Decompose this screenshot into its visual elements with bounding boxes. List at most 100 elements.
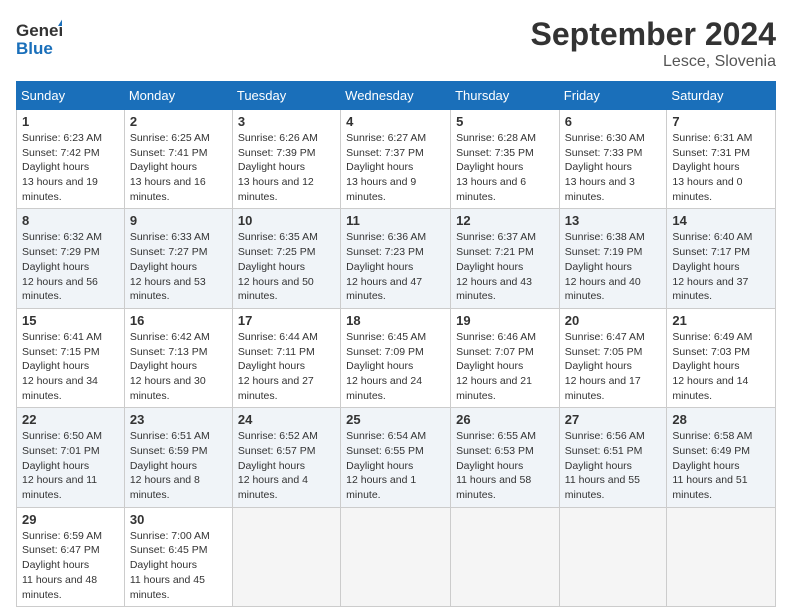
day-info: Sunrise: 6:46 AM Sunset: 7:07 PM Dayligh… xyxy=(456,330,554,403)
day-info: Sunrise: 6:45 AM Sunset: 7:09 PM Dayligh… xyxy=(346,330,445,403)
header-friday: Friday xyxy=(559,82,667,110)
day-number: 5 xyxy=(456,114,554,129)
calendar-cell: 12 Sunrise: 6:37 AM Sunset: 7:21 PM Dayl… xyxy=(451,209,560,308)
calendar-cell: 16 Sunrise: 6:42 AM Sunset: 7:13 PM Dayl… xyxy=(124,308,232,407)
day-number: 3 xyxy=(238,114,335,129)
day-number: 14 xyxy=(672,213,770,228)
day-number: 7 xyxy=(672,114,770,129)
day-number: 1 xyxy=(22,114,119,129)
calendar-cell: 23 Sunrise: 6:51 AM Sunset: 6:59 PM Dayl… xyxy=(124,408,232,507)
day-info: Sunrise: 6:31 AM Sunset: 7:31 PM Dayligh… xyxy=(672,131,770,204)
day-number: 23 xyxy=(130,412,227,427)
header-saturday: Saturday xyxy=(667,82,776,110)
day-info: Sunrise: 6:25 AM Sunset: 7:41 PM Dayligh… xyxy=(130,131,227,204)
day-info: Sunrise: 6:33 AM Sunset: 7:27 PM Dayligh… xyxy=(130,230,227,303)
calendar-row: 22 Sunrise: 6:50 AM Sunset: 7:01 PM Dayl… xyxy=(17,408,776,507)
day-number: 16 xyxy=(130,313,227,328)
calendar-row: 15 Sunrise: 6:41 AM Sunset: 7:15 PM Dayl… xyxy=(17,308,776,407)
calendar-cell: 28 Sunrise: 6:58 AM Sunset: 6:49 PM Dayl… xyxy=(667,408,776,507)
day-info: Sunrise: 6:47 AM Sunset: 7:05 PM Dayligh… xyxy=(565,330,662,403)
calendar-cell: 25 Sunrise: 6:54 AM Sunset: 6:55 PM Dayl… xyxy=(341,408,451,507)
day-info: Sunrise: 6:54 AM Sunset: 6:55 PM Dayligh… xyxy=(346,429,445,502)
day-info: Sunrise: 6:55 AM Sunset: 6:53 PM Dayligh… xyxy=(456,429,554,502)
calendar-cell: 22 Sunrise: 6:50 AM Sunset: 7:01 PM Dayl… xyxy=(17,408,125,507)
day-info: Sunrise: 6:37 AM Sunset: 7:21 PM Dayligh… xyxy=(456,230,554,303)
calendar-cell: 3 Sunrise: 6:26 AM Sunset: 7:39 PM Dayli… xyxy=(232,110,340,209)
calendar-cell: 9 Sunrise: 6:33 AM Sunset: 7:27 PM Dayli… xyxy=(124,209,232,308)
day-number: 25 xyxy=(346,412,445,427)
calendar-cell: 30 Sunrise: 7:00 AM Sunset: 6:45 PM Dayl… xyxy=(124,507,232,606)
calendar-cell: 11 Sunrise: 6:36 AM Sunset: 7:23 PM Dayl… xyxy=(341,209,451,308)
day-info: Sunrise: 6:35 AM Sunset: 7:25 PM Dayligh… xyxy=(238,230,335,303)
day-info: Sunrise: 6:51 AM Sunset: 6:59 PM Dayligh… xyxy=(130,429,227,502)
calendar-row: 29 Sunrise: 6:59 AM Sunset: 6:47 PM Dayl… xyxy=(17,507,776,606)
day-info: Sunrise: 6:50 AM Sunset: 7:01 PM Dayligh… xyxy=(22,429,119,502)
calendar-cell: 10 Sunrise: 6:35 AM Sunset: 7:25 PM Dayl… xyxy=(232,209,340,308)
day-info: Sunrise: 6:38 AM Sunset: 7:19 PM Dayligh… xyxy=(565,230,662,303)
calendar-cell: 8 Sunrise: 6:32 AM Sunset: 7:29 PM Dayli… xyxy=(17,209,125,308)
calendar-cell: 19 Sunrise: 6:46 AM Sunset: 7:07 PM Dayl… xyxy=(451,308,560,407)
day-number: 24 xyxy=(238,412,335,427)
calendar-cell: 14 Sunrise: 6:40 AM Sunset: 7:17 PM Dayl… xyxy=(667,209,776,308)
day-number: 26 xyxy=(456,412,554,427)
svg-text:Blue: Blue xyxy=(16,39,53,58)
calendar-cell: 21 Sunrise: 6:49 AM Sunset: 7:03 PM Dayl… xyxy=(667,308,776,407)
day-info: Sunrise: 6:36 AM Sunset: 7:23 PM Dayligh… xyxy=(346,230,445,303)
day-number: 6 xyxy=(565,114,662,129)
calendar-cell: 15 Sunrise: 6:41 AM Sunset: 7:15 PM Dayl… xyxy=(17,308,125,407)
day-number: 13 xyxy=(565,213,662,228)
day-number: 8 xyxy=(22,213,119,228)
day-number: 15 xyxy=(22,313,119,328)
header-monday: Monday xyxy=(124,82,232,110)
day-info: Sunrise: 6:42 AM Sunset: 7:13 PM Dayligh… xyxy=(130,330,227,403)
calendar-row: 1 Sunrise: 6:23 AM Sunset: 7:42 PM Dayli… xyxy=(17,110,776,209)
calendar-cell: 17 Sunrise: 6:44 AM Sunset: 7:11 PM Dayl… xyxy=(232,308,340,407)
calendar-cell xyxy=(341,507,451,606)
day-info: Sunrise: 6:44 AM Sunset: 7:11 PM Dayligh… xyxy=(238,330,335,403)
calendar-cell: 5 Sunrise: 6:28 AM Sunset: 7:35 PM Dayli… xyxy=(451,110,560,209)
day-number: 9 xyxy=(130,213,227,228)
day-info: Sunrise: 6:58 AM Sunset: 6:49 PM Dayligh… xyxy=(672,429,770,502)
calendar-table: Sunday Monday Tuesday Wednesday Thursday… xyxy=(16,81,776,607)
location: Lesce, Slovenia xyxy=(531,53,776,71)
day-number: 17 xyxy=(238,313,335,328)
calendar-cell xyxy=(559,507,667,606)
day-number: 12 xyxy=(456,213,554,228)
day-number: 18 xyxy=(346,313,445,328)
weekday-header-row: Sunday Monday Tuesday Wednesday Thursday… xyxy=(17,82,776,110)
header: General Blue September 2024 Lesce, Slove… xyxy=(16,16,776,71)
calendar-cell: 29 Sunrise: 6:59 AM Sunset: 6:47 PM Dayl… xyxy=(17,507,125,606)
calendar-cell: 20 Sunrise: 6:47 AM Sunset: 7:05 PM Dayl… xyxy=(559,308,667,407)
day-info: Sunrise: 6:52 AM Sunset: 6:57 PM Dayligh… xyxy=(238,429,335,502)
calendar-cell: 24 Sunrise: 6:52 AM Sunset: 6:57 PM Dayl… xyxy=(232,408,340,507)
header-tuesday: Tuesday xyxy=(232,82,340,110)
day-info: Sunrise: 6:28 AM Sunset: 7:35 PM Dayligh… xyxy=(456,131,554,204)
day-info: Sunrise: 6:26 AM Sunset: 7:39 PM Dayligh… xyxy=(238,131,335,204)
day-info: Sunrise: 6:56 AM Sunset: 6:51 PM Dayligh… xyxy=(565,429,662,502)
calendar-cell: 26 Sunrise: 6:55 AM Sunset: 6:53 PM Dayl… xyxy=(451,408,560,507)
title-block: September 2024 Lesce, Slovenia xyxy=(531,16,776,71)
month-title: September 2024 xyxy=(531,16,776,53)
day-info: Sunrise: 6:40 AM Sunset: 7:17 PM Dayligh… xyxy=(672,230,770,303)
header-wednesday: Wednesday xyxy=(341,82,451,110)
day-info: Sunrise: 7:00 AM Sunset: 6:45 PM Dayligh… xyxy=(130,529,227,602)
day-number: 20 xyxy=(565,313,662,328)
day-number: 27 xyxy=(565,412,662,427)
calendar-cell: 13 Sunrise: 6:38 AM Sunset: 7:19 PM Dayl… xyxy=(559,209,667,308)
day-number: 4 xyxy=(346,114,445,129)
day-info: Sunrise: 6:41 AM Sunset: 7:15 PM Dayligh… xyxy=(22,330,119,403)
day-info: Sunrise: 6:23 AM Sunset: 7:42 PM Dayligh… xyxy=(22,131,119,204)
calendar: Sunday Monday Tuesday Wednesday Thursday… xyxy=(16,81,776,607)
day-info: Sunrise: 6:27 AM Sunset: 7:37 PM Dayligh… xyxy=(346,131,445,204)
day-info: Sunrise: 6:59 AM Sunset: 6:47 PM Dayligh… xyxy=(22,529,119,602)
day-number: 21 xyxy=(672,313,770,328)
day-info: Sunrise: 6:32 AM Sunset: 7:29 PM Dayligh… xyxy=(22,230,119,303)
calendar-cell xyxy=(451,507,560,606)
calendar-row: 8 Sunrise: 6:32 AM Sunset: 7:29 PM Dayli… xyxy=(17,209,776,308)
svg-text:General: General xyxy=(16,21,62,40)
logo: General Blue xyxy=(16,16,62,67)
calendar-cell: 6 Sunrise: 6:30 AM Sunset: 7:33 PM Dayli… xyxy=(559,110,667,209)
calendar-cell: 18 Sunrise: 6:45 AM Sunset: 7:09 PM Dayl… xyxy=(341,308,451,407)
day-number: 29 xyxy=(22,512,119,527)
day-info: Sunrise: 6:49 AM Sunset: 7:03 PM Dayligh… xyxy=(672,330,770,403)
